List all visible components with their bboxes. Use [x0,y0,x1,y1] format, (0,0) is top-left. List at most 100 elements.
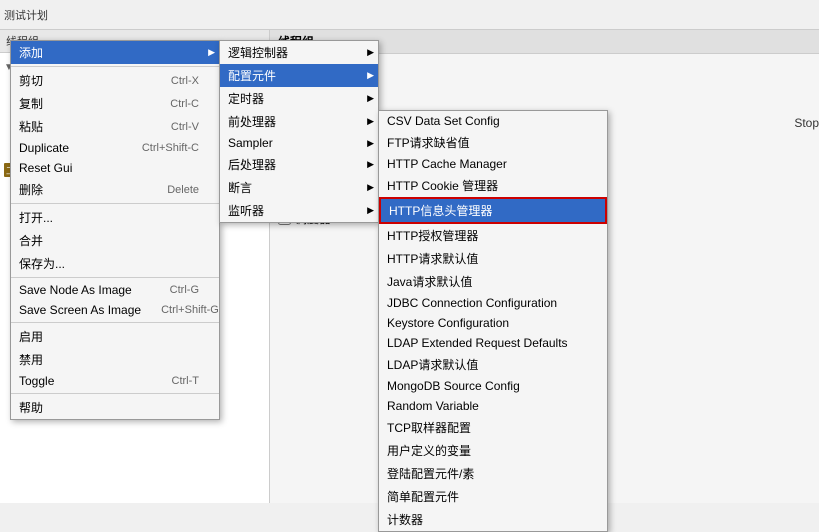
menu-l2-timer[interactable]: 定时器 [220,87,378,110]
menu-item-savenodeimg[interactable]: Save Node As Image Ctrl-G [11,280,219,300]
menu-l3-httpauth[interactable]: HTTP授权管理器 [379,224,607,247]
menu-l3-random-label: Random Variable [387,399,479,413]
toolbar: 测试计划 [0,0,819,30]
menu-label-open: 打开... [19,209,53,226]
menu-l3-ftp-label: FTP请求缺省值 [387,134,470,151]
separator-1 [11,66,219,67]
menu-l3-httpcookie-label: HTTP Cookie 管理器 [387,177,498,194]
menu-item-paste[interactable]: 粘贴 Ctrl-V [11,115,219,138]
menu-l2-assertion[interactable]: 断言 [220,176,378,199]
context-menu-l1: 添加 剪切 Ctrl-X 复制 Ctrl-C 粘贴 Ctrl-V Duplica… [10,40,220,420]
menu-l3-ldapext-label: LDAP Extended Request Defaults [387,336,568,350]
separator-2 [11,203,219,204]
menu-item-toggle[interactable]: Toggle Ctrl-T [11,371,219,391]
menu-l2-postproc[interactable]: 后处理器 [220,153,378,176]
menu-l3-tcpconfig[interactable]: TCP取样器配置 [379,416,607,439]
menu-item-resetgui[interactable]: Reset Gui [11,158,219,178]
menu-l2-timer-label: 定时器 [228,90,264,107]
menu-item-duplicate[interactable]: Duplicate Ctrl+Shift-C [11,138,219,158]
shortcut-cut: Ctrl-X [171,75,199,87]
menu-l3-ldapdefault[interactable]: LDAP请求默认值 [379,353,607,376]
context-menu-l3: CSV Data Set Config FTP请求缺省值 HTTP Cache … [378,110,608,532]
menu-l3-counter[interactable]: 计数器 [379,508,607,531]
menu-l3-loginconfig[interactable]: 登陆配置元件/素 [379,462,607,485]
menu-l2-logic[interactable]: 逻辑控制器 [220,41,378,64]
menu-item-cut[interactable]: 剪切 Ctrl-X [11,69,219,92]
shortcut-paste: Ctrl-V [171,121,199,133]
menu-label-saveas: 保存为... [19,255,65,272]
shortcut-savenodeimg: Ctrl-G [170,284,199,296]
menu-l3-loginconfig-label: 登陆配置元件/素 [387,465,474,482]
shortcut-savescreenimg: Ctrl+Shift-G [161,304,219,316]
menu-l3-csv[interactable]: CSV Data Set Config [379,111,607,131]
menu-l3-uservar[interactable]: 用户定义的变量 [379,439,607,462]
menu-item-merge[interactable]: 合并 [11,229,219,252]
menu-item-add[interactable]: 添加 [11,41,219,64]
menu-item-help[interactable]: 帮助 [11,396,219,419]
context-menu-l2: 逻辑控制器 配置元件 定时器 前处理器 Sampler 后处理器 断言 监听器 [219,40,379,223]
menu-l3-javadefault[interactable]: Java请求默认值 [379,270,607,293]
menu-l2-assertion-label: 断言 [228,179,252,196]
menu-l3-counter-label: 计数器 [387,511,423,528]
menu-item-enable[interactable]: 启用 [11,325,219,348]
menu-label-delete: 删除 [19,181,43,198]
menu-item-delete[interactable]: 删除 Delete [11,178,219,201]
separator-3 [11,277,219,278]
menu-l3-keystore[interactable]: Keystore Configuration [379,313,607,333]
menu-l2-config[interactable]: 配置元件 [220,64,378,87]
menu-l3-mongodb-label: MongoDB Source Config [387,379,520,393]
menu-label-add: 添加 [19,44,43,61]
menu-item-savescreenimg[interactable]: Save Screen As Image Ctrl+Shift-G [11,300,219,320]
menu-l3-ldapext[interactable]: LDAP Extended Request Defaults [379,333,607,353]
menu-l3-ldapdefault-label: LDAP请求默认值 [387,356,478,373]
menu-l3-httpcache[interactable]: HTTP Cache Manager [379,154,607,174]
menu-l3-httpdefault[interactable]: HTTP请求默认值 [379,247,607,270]
menu-label-enable: 启用 [19,328,43,345]
menu-label-merge: 合并 [19,232,43,249]
shortcut-copy: Ctrl-C [170,98,199,110]
menu-label-duplicate: Duplicate [19,141,69,155]
menu-item-disable[interactable]: 禁用 [11,348,219,371]
stop-label[interactable]: Stop [794,116,819,130]
menu-item-open[interactable]: 打开... [11,206,219,229]
menu-l3-httpcache-label: HTTP Cache Manager [387,157,507,171]
menu-l3-httpdefault-label: HTTP请求默认值 [387,250,478,267]
menu-l3-httpauth-label: HTTP授权管理器 [387,227,478,244]
menu-label-help: 帮助 [19,399,43,416]
menu-label-cut: 剪切 [19,72,43,89]
menu-l2-preproc[interactable]: 前处理器 [220,110,378,133]
menu-l3-mongodb[interactable]: MongoDB Source Config [379,376,607,396]
menu-l3-uservar-label: 用户定义的变量 [387,442,471,459]
menu-l3-random[interactable]: Random Variable [379,396,607,416]
menu-l2-listener-label: 监听器 [228,202,264,219]
menu-l2-config-label: 配置元件 [228,67,276,84]
menu-label-disable: 禁用 [19,351,43,368]
menu-label-copy: 复制 [19,95,43,112]
menu-item-copy[interactable]: 复制 Ctrl-C [11,92,219,115]
menu-item-saveas[interactable]: 保存为... [11,252,219,275]
menu-l2-postproc-label: 后处理器 [228,156,276,173]
menu-l2-logic-label: 逻辑控制器 [228,44,288,61]
menu-label-toggle: Toggle [19,374,54,388]
menu-l2-sampler-label: Sampler [228,136,273,150]
menu-l2-listener[interactable]: 监听器 [220,199,378,222]
menu-l3-jdbc[interactable]: JDBC Connection Configuration [379,293,607,313]
shortcut-delete: Delete [167,184,199,196]
menu-label-paste: 粘贴 [19,118,43,135]
stop-button-area: Stop [794,116,819,130]
menu-l2-sampler[interactable]: Sampler [220,133,378,153]
separator-4 [11,322,219,323]
shortcut-toggle: Ctrl-T [172,375,200,387]
menu-label-resetgui: Reset Gui [19,161,72,175]
menu-l3-httpheader-label: HTTP信息头管理器 [389,202,492,219]
menu-label-savenodeimg: Save Node As Image [19,283,132,297]
menu-l3-jdbc-label: JDBC Connection Configuration [387,296,557,310]
menu-l3-simpleconfig[interactable]: 简单配置元件 [379,485,607,508]
menu-l3-csv-label: CSV Data Set Config [387,114,500,128]
menu-l3-ftp[interactable]: FTP请求缺省值 [379,131,607,154]
menu-l3-httpcookie[interactable]: HTTP Cookie 管理器 [379,174,607,197]
menu-label-savescreenimg: Save Screen As Image [19,303,141,317]
menu-l3-keystore-label: Keystore Configuration [387,316,509,330]
menu-l3-httpheader[interactable]: HTTP信息头管理器 [379,197,607,224]
shortcut-duplicate: Ctrl+Shift-C [142,142,199,154]
